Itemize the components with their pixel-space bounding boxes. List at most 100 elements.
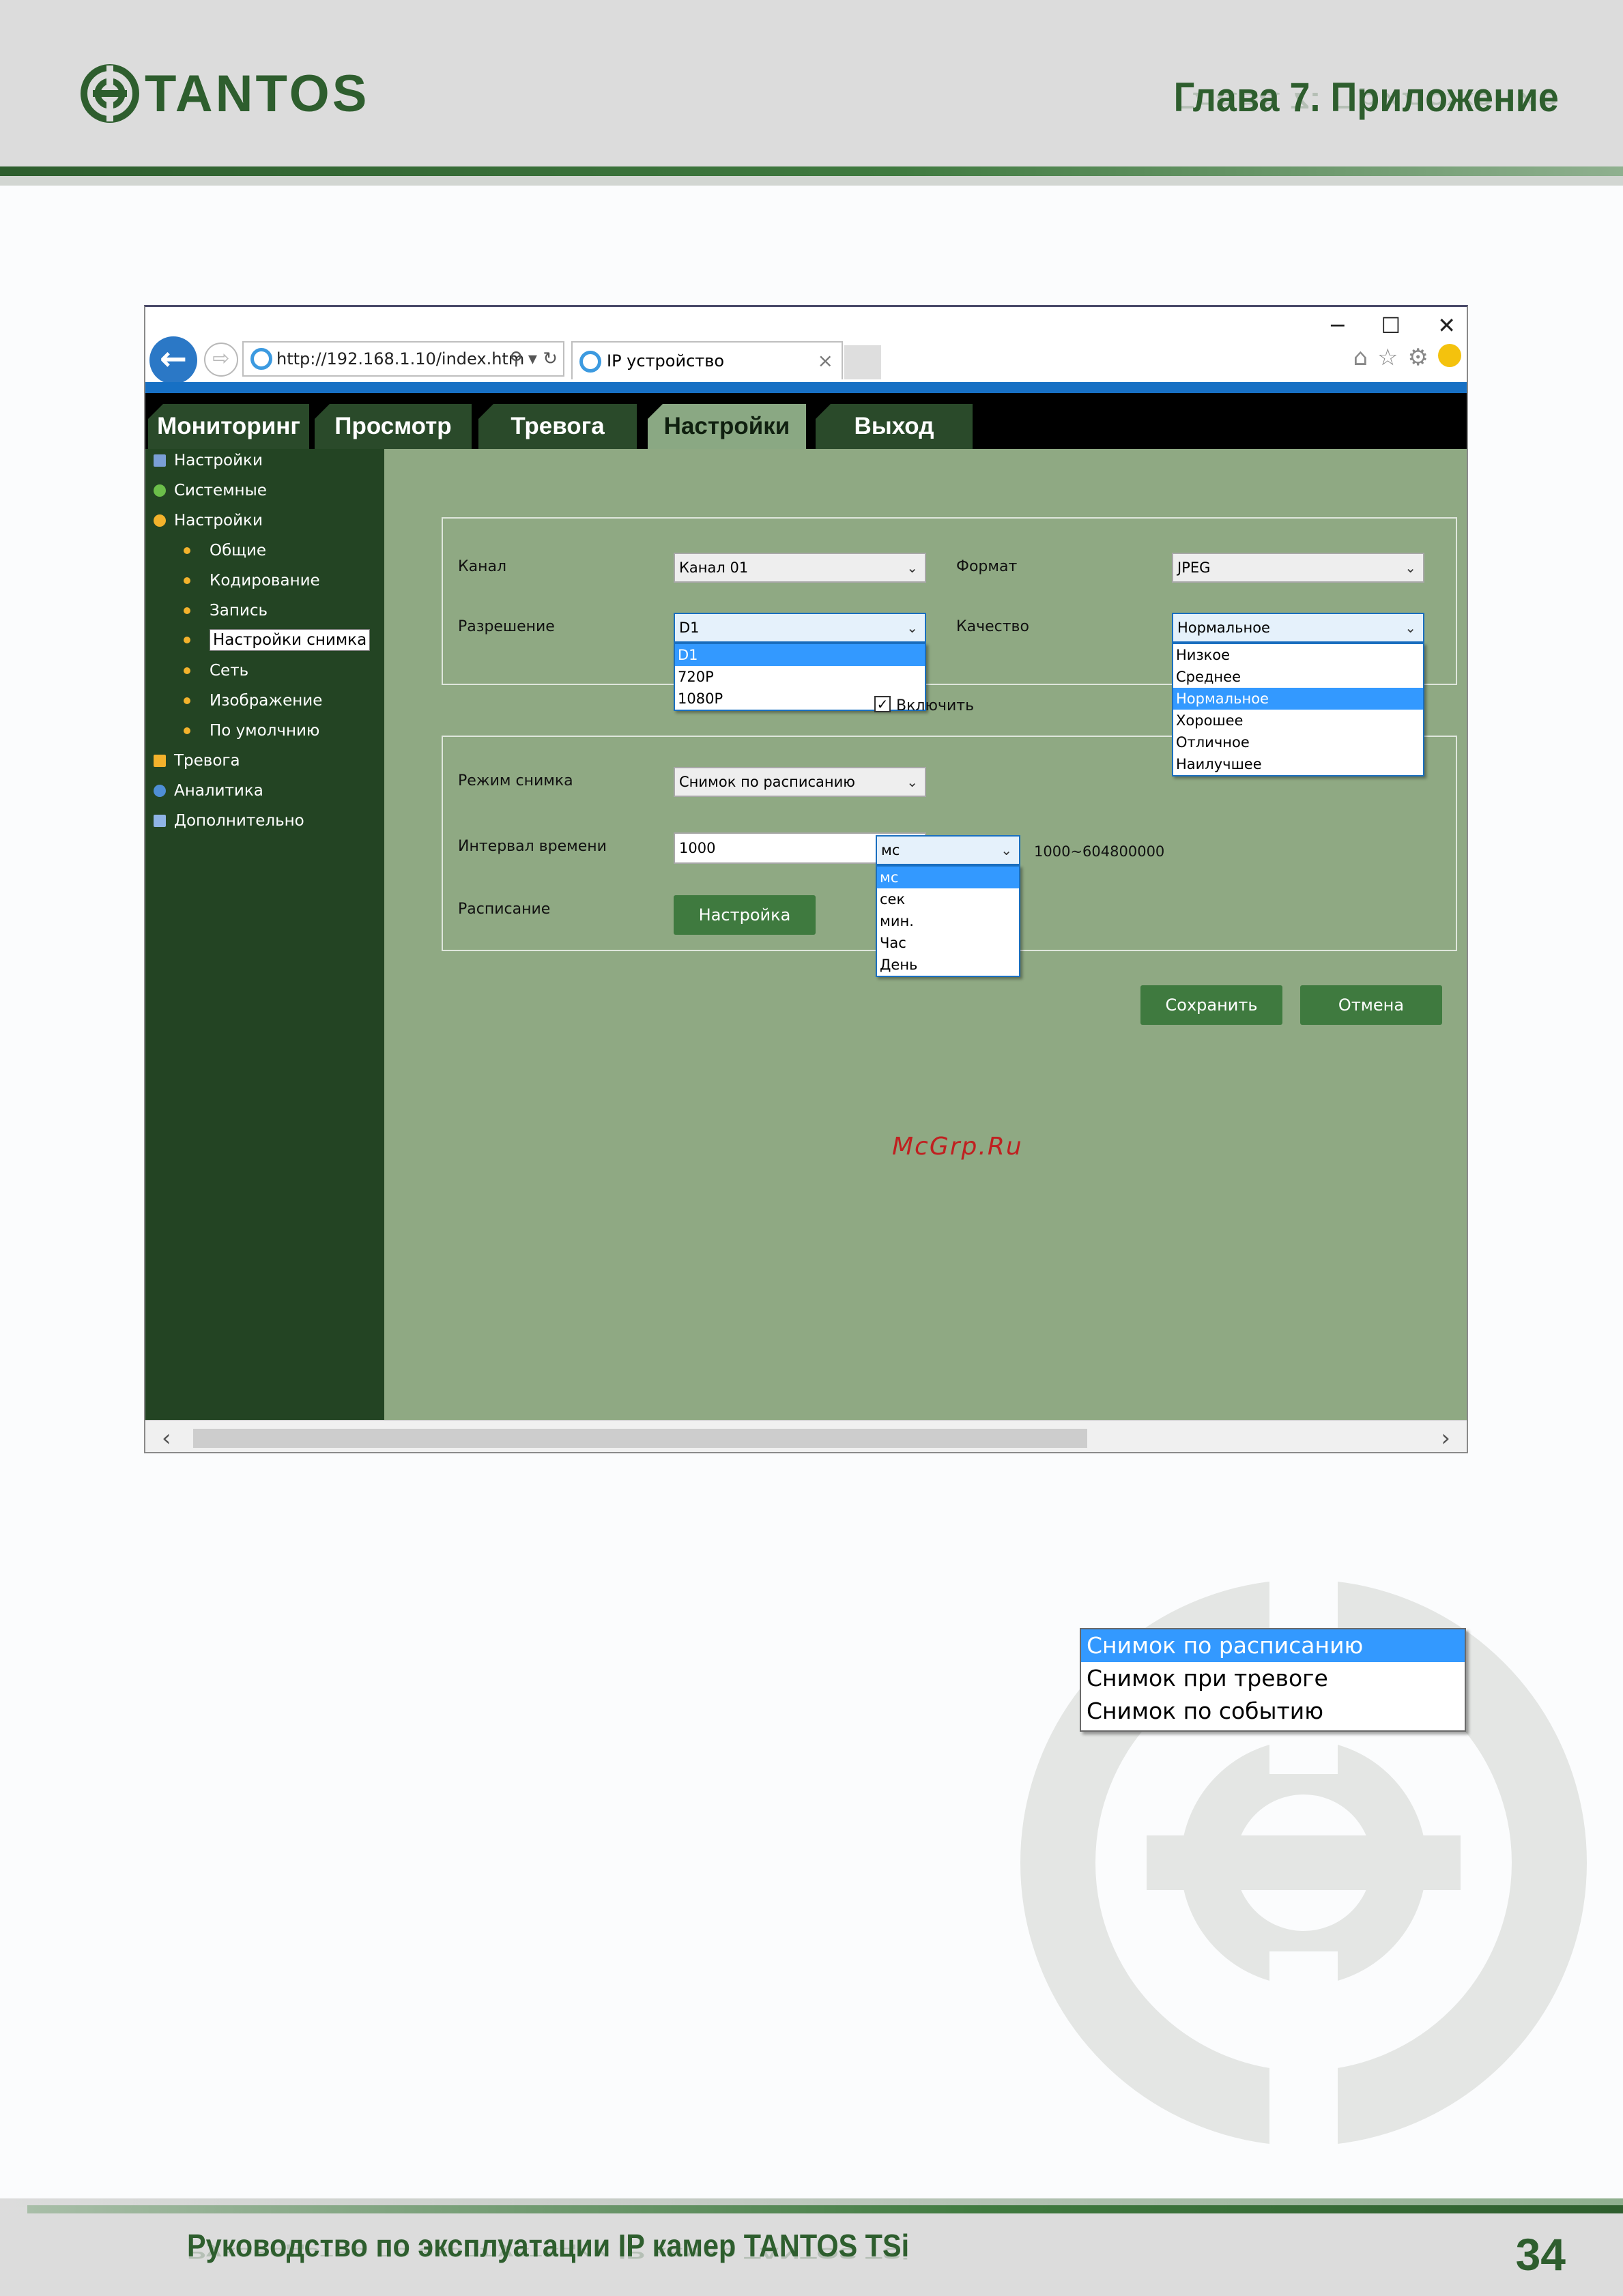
scrollbar-thumb[interactable]	[193, 1429, 1087, 1448]
tree-label: Аналитика	[174, 782, 263, 800]
tree-item-analytics[interactable]: Аналитика	[154, 782, 263, 800]
quality-option[interactable]: Среднее	[1173, 666, 1423, 688]
schedule-label: Расписание	[458, 901, 551, 918]
alarm-icon	[154, 755, 166, 767]
tree-item-general[interactable]: Общие	[184, 542, 266, 560]
ie-icon	[250, 348, 272, 370]
tab-monitoring[interactable]: Мониторинг	[148, 404, 309, 449]
close-icon[interactable]: ✕	[1437, 313, 1456, 338]
tab-favicon-icon	[579, 351, 601, 373]
interval-unit-select[interactable]: мс ⌄	[876, 835, 1020, 865]
unit-option[interactable]: День	[877, 954, 1019, 976]
scroll-left-icon[interactable]: ‹	[162, 1425, 171, 1452]
tree-item-settings[interactable]: Настройки	[154, 512, 263, 529]
mode-option[interactable]: Снимок по событию	[1081, 1695, 1465, 1728]
settings-gear-icon[interactable]: ⚙	[1408, 344, 1428, 371]
resolution-value: D1	[679, 620, 700, 636]
bullet-icon	[184, 577, 190, 584]
feedback-smiley-icon[interactable]	[1438, 344, 1461, 367]
tree-item-settings-root[interactable]: Настройки	[154, 452, 263, 469]
resolution-select[interactable]: D1 ⌄	[674, 613, 926, 643]
quality-dropdown: Низкое Среднее Нормальное Хорошее Отличн…	[1172, 643, 1424, 776]
bullet-icon	[184, 607, 190, 614]
chevron-down-icon: ⌄	[906, 560, 918, 576]
browser-tab[interactable]: IP устройство ×	[571, 341, 843, 379]
tree-item-record[interactable]: Запись	[184, 602, 268, 620]
unit-option[interactable]: сек	[877, 888, 1019, 910]
back-button[interactable]: ←	[149, 336, 197, 384]
snapshot-mode-select[interactable]: Снимок по расписанию ⌄	[674, 767, 926, 797]
mode-option[interactable]: Снимок по расписанию	[1081, 1629, 1465, 1662]
unit-option[interactable]: мин.	[877, 910, 1019, 932]
quality-label: Качество	[956, 618, 1029, 635]
quality-option[interactable]: Наилучшее	[1173, 753, 1423, 775]
site-watermark: McGrp.Ru	[892, 1133, 1023, 1161]
format-label: Формат	[956, 558, 1018, 575]
forward-button[interactable]: ⇨	[204, 343, 238, 377]
tree-item-network[interactable]: Сеть	[184, 662, 248, 680]
interval-label: Интервал времени	[458, 838, 607, 855]
quality-value: Нормальное	[1177, 620, 1270, 636]
resolution-option[interactable]: 720P	[675, 666, 925, 688]
browser-toolbar: ⌂ ☆ ⚙	[1353, 344, 1461, 371]
address-tools-icon[interactable]: ⚲ ▾ ↻	[510, 343, 558, 375]
logo-text: TANTOS	[145, 64, 370, 123]
mode-option[interactable]: Снимок при тревоге	[1081, 1662, 1465, 1695]
new-tab-button[interactable]	[844, 345, 881, 379]
page-number: 34	[1515, 2229, 1566, 2280]
address-bar[interactable]: http://192.168.1.10/index.htm ⚲ ▾ ↻	[242, 341, 564, 377]
quality-option[interactable]: Отличное	[1173, 731, 1423, 753]
quality-option[interactable]: Низкое	[1173, 644, 1423, 666]
browser-chrome: ← ⇨ http://192.168.1.10/index.htm ⚲ ▾ ↻ …	[145, 307, 1467, 384]
quality-option[interactable]: Нормальное	[1173, 688, 1423, 710]
tantos-logo: TANTOS	[79, 63, 369, 124]
save-button[interactable]: Сохранить	[1140, 985, 1282, 1025]
enable-checkbox[interactable]: ✓	[874, 696, 891, 712]
bullet-icon	[184, 637, 190, 643]
footer-title-reflection: Руководство по эксплуатации IP камер TAN…	[187, 2244, 910, 2263]
home-icon[interactable]: ⌂	[1353, 344, 1368, 371]
minimize-icon[interactable]: ─	[1331, 313, 1344, 338]
unit-option[interactable]: мс	[877, 867, 1019, 888]
tree-item-advanced[interactable]: Дополнительно	[154, 812, 304, 830]
tab-close-icon[interactable]: ×	[818, 343, 833, 379]
tab-playback[interactable]: Просмотр	[315, 404, 472, 449]
analytics-icon	[154, 785, 166, 797]
bullet-icon	[184, 697, 190, 704]
quality-option[interactable]: Хорошее	[1173, 710, 1423, 731]
tab-exit[interactable]: Выход	[816, 404, 973, 449]
browser-window: ← ⇨ http://192.168.1.10/index.htm ⚲ ▾ ↻ …	[144, 305, 1468, 1453]
system-icon	[154, 484, 166, 497]
cancel-button[interactable]: Отмена	[1300, 985, 1442, 1025]
schedule-setup-button[interactable]: Настройка	[674, 895, 816, 935]
tab-settings[interactable]: Настройки	[648, 404, 806, 449]
favorites-icon[interactable]: ☆	[1377, 344, 1398, 371]
tree-item-default[interactable]: По умолчнию	[184, 722, 319, 740]
horizontal-scrollbar[interactable]: ‹ ›	[145, 1420, 1467, 1452]
scroll-right-icon[interactable]: ›	[1441, 1425, 1450, 1452]
channel-select[interactable]: Канал 01 ⌄	[674, 553, 926, 583]
resolution-option[interactable]: D1	[675, 644, 925, 666]
tree-item-image[interactable]: Изображение	[184, 692, 322, 710]
resolution-label: Разрешение	[458, 618, 555, 635]
tree-item-alarm[interactable]: Тревога	[154, 752, 240, 770]
tree-label: По умолчнию	[210, 722, 320, 740]
tree-label: Кодирование	[210, 572, 320, 590]
quality-select[interactable]: Нормальное ⌄	[1172, 613, 1424, 643]
tree-item-encoding[interactable]: Кодирование	[184, 572, 320, 590]
format-select[interactable]: JPEG ⌄	[1172, 553, 1424, 583]
tab-alarm[interactable]: Тревога	[478, 404, 637, 449]
tree-label: Системные	[174, 482, 267, 499]
tree-label: Тревога	[174, 752, 240, 770]
interval-unit-dropdown: мс сек мин. Час День	[876, 865, 1020, 977]
interval-range-hint: 1000~604800000	[1034, 843, 1165, 860]
tree-item-snapshot-settings[interactable]: Настройки снимка	[184, 629, 371, 651]
chevron-down-icon: ⌄	[906, 620, 918, 636]
channel-label: Канал	[458, 558, 507, 575]
interval-unit-value: мс	[881, 842, 900, 858]
settings-tree: Настройки Системные Настройки Общие Коди…	[145, 449, 384, 1420]
unit-option[interactable]: Час	[877, 932, 1019, 954]
maximize-icon[interactable]: ☐	[1381, 313, 1401, 338]
tree-item-system[interactable]: Системные	[154, 482, 267, 499]
tree-label: Настройки	[174, 452, 263, 469]
